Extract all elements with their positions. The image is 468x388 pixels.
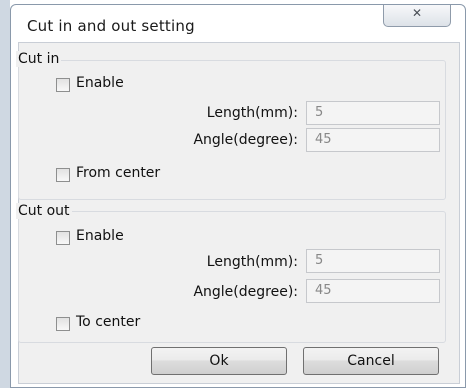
- cut-out-group-label: Cut out: [16, 203, 72, 219]
- cut-in-from-center-label[interactable]: From center: [76, 165, 160, 181]
- background-window-edge: [0, 0, 10, 388]
- cut-in-length-label: Length(mm):: [206, 105, 298, 121]
- cut-out-angle-field[interactable]: 45: [306, 279, 440, 303]
- dialog-title: Cut in and out setting: [27, 17, 195, 35]
- cancel-button[interactable]: Cancel: [303, 347, 439, 375]
- close-icon: ✕: [411, 6, 423, 20]
- cut-out-enable-checkbox[interactable]: [56, 231, 70, 245]
- cut-out-length-label: Length(mm):: [206, 254, 298, 270]
- cut-out-enable-label[interactable]: Enable: [76, 228, 124, 244]
- cut-in-group-label: Cut in: [16, 51, 62, 67]
- cut-in-angle-label: Angle(degree):: [193, 132, 298, 148]
- ok-button[interactable]: Ok: [151, 347, 287, 375]
- cut-in-enable-label[interactable]: Enable: [76, 75, 124, 91]
- cut-out-to-center-label[interactable]: To center: [76, 314, 140, 330]
- cut-in-from-center-checkbox[interactable]: [56, 168, 70, 182]
- cut-in-length-field[interactable]: 5: [306, 101, 440, 125]
- cut-out-angle-label: Angle(degree):: [193, 284, 298, 300]
- cut-out-length-field[interactable]: 5: [306, 249, 440, 273]
- close-button[interactable]: ✕: [383, 5, 451, 27]
- cut-in-angle-field[interactable]: 45: [306, 128, 440, 152]
- title-bar[interactable]: Cut in and out setting ✕: [11, 5, 465, 43]
- cut-in-enable-checkbox[interactable]: [56, 78, 70, 92]
- cut-out-to-center-checkbox[interactable]: [56, 317, 70, 331]
